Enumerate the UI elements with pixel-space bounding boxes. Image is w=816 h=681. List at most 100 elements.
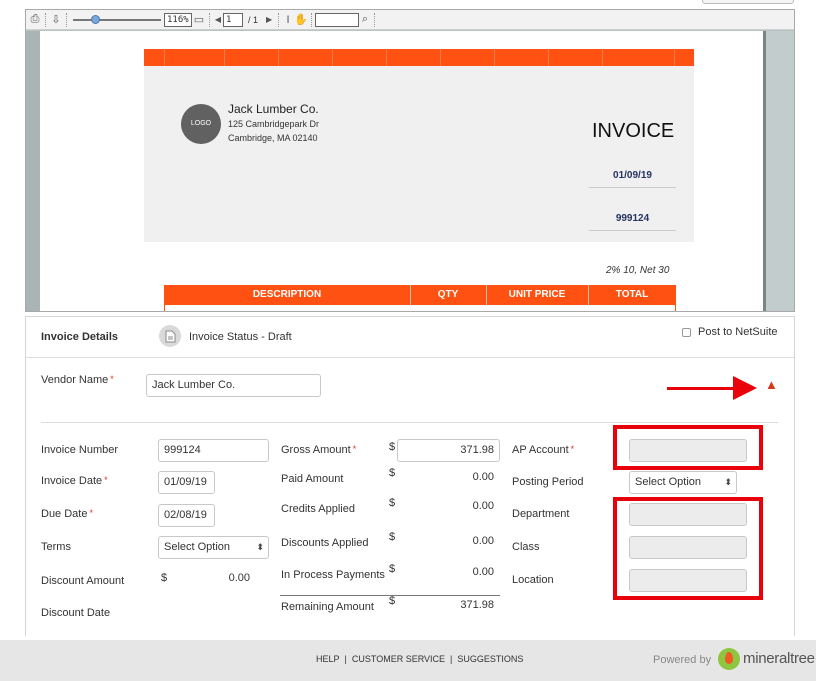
invoice-doc-number: 999124	[615, 213, 650, 224]
remaining-amount-value: 371.98	[460, 599, 494, 611]
highlight-box-segments	[613, 497, 763, 600]
viewer-scrollbar[interactable]	[766, 31, 794, 311]
toolbar-separator	[66, 12, 67, 27]
invoice-number-input[interactable]: 999124	[158, 439, 269, 462]
customer-service-link[interactable]: CUSTOMER SERVICE	[352, 654, 445, 664]
next-page-icon[interactable]: ▶	[263, 12, 275, 28]
zoom-level-input[interactable]: 116%	[164, 12, 192, 27]
in-process-payments-value: 0.00	[472, 566, 494, 578]
credits-applied-label: Credits Applied	[281, 503, 355, 515]
divider	[26, 357, 794, 358]
in-process-payments-currency: $	[389, 563, 396, 575]
document-status-icon	[159, 325, 181, 347]
invoice-company-name: Jack Lumber Co.	[228, 102, 319, 116]
in-process-payments-label: In Process Payments	[281, 569, 385, 581]
invoice-status: Invoice Status - Draft	[189, 331, 292, 343]
terms-label: Terms	[41, 541, 71, 553]
annotation-arrow	[667, 387, 737, 390]
company-logo: LOGO	[181, 104, 221, 144]
pdf-viewer: ⎙ ⇩ 116% ▭ ◀ 1 / 1 ▶ I ✋ ⌕ LOGO Jack Lum…	[25, 9, 795, 312]
discount-amount-label: Discount Amount	[41, 575, 125, 587]
page-number-input[interactable]: 1	[223, 12, 243, 27]
post-to-netsuite-checkbox[interactable]	[682, 328, 691, 337]
col-total: TOTAL	[615, 289, 649, 300]
warning-icon[interactable]: ▲	[765, 377, 778, 392]
hand-tool-icon[interactable]: ✋	[294, 12, 308, 28]
discount-amount-currency: $	[161, 572, 168, 584]
powered-by-text: Powered by	[653, 654, 712, 666]
paid-amount-value: 0.00	[472, 471, 494, 483]
vendor-name-input[interactable]: Jack Lumber Co.	[146, 374, 321, 397]
invoice-address-line-1: 125 Cambridgepark Dr	[228, 119, 320, 129]
discounts-applied-label: Discounts Applied	[281, 537, 369, 549]
posting-period-label: Posting Period	[512, 476, 584, 488]
highlight-box-ap-account	[613, 425, 763, 470]
save-icon[interactable]: ⇩	[49, 12, 63, 28]
vendor-name-label: Vendor Name *	[41, 374, 114, 386]
invoice-date-label: Invoice Date *	[41, 475, 108, 487]
select-arrows-icon: ⬍	[256, 542, 264, 552]
invoice-number-label: Invoice Number	[41, 444, 119, 456]
print-icon[interactable]: ⎙	[28, 12, 42, 28]
invoice-header: LOGO Jack Lumber Co. 125 Cambridgepark D…	[144, 66, 694, 242]
fit-page-icon[interactable]: ▭	[192, 12, 206, 28]
invoice-details-title: Invoice Details	[41, 331, 119, 343]
help-link[interactable]: HELP	[316, 654, 340, 664]
invoice-doc-date: 01/09/19	[613, 170, 652, 181]
previous-page-icon[interactable]: ◀	[213, 12, 223, 28]
page-total: / 1	[248, 14, 259, 25]
toolbar-separator	[311, 12, 313, 27]
find-input[interactable]	[315, 12, 360, 27]
invoice-date-rule	[589, 187, 676, 188]
department-label: Department	[512, 508, 570, 520]
toolbar-separator	[45, 12, 46, 27]
location-label: Location	[512, 574, 554, 586]
invoice-date-input[interactable]: 01/09/19	[158, 471, 215, 494]
invoice-address-line-2: Cambridge, MA 02140	[228, 133, 318, 143]
find-icon[interactable]: ⌕	[359, 12, 371, 28]
line-items-row	[164, 305, 676, 311]
mineraltree-brand: mineraltree	[743, 650, 815, 667]
terms-select[interactable]: Select Option ⬍	[158, 536, 269, 559]
zoom-slider-thumb[interactable]	[91, 14, 100, 24]
class-label: Class	[512, 541, 540, 553]
credits-applied-value: 0.00	[472, 500, 494, 512]
remaining-amount-currency: $	[389, 595, 396, 607]
discounts-applied-currency: $	[389, 531, 396, 543]
top-action-button[interactable]	[702, 0, 794, 4]
toolbar-separator	[374, 12, 376, 27]
ap-account-label: AP Account *	[512, 444, 575, 456]
discount-amount-value: 0.00	[228, 572, 250, 584]
text-select-icon[interactable]: I	[282, 12, 294, 28]
gross-amount-currency: $	[389, 441, 396, 453]
zoom-slider[interactable]	[73, 13, 161, 27]
col-unit-price: UNIT PRICE	[508, 289, 566, 300]
select-arrows-icon: ⬍	[724, 477, 732, 487]
invoice-accent-bar	[144, 49, 694, 66]
toolbar-separator	[278, 12, 280, 27]
col-description: DESCRIPTION	[252, 289, 322, 300]
invoice-line-items-header: DESCRIPTION QTY UNIT PRICE TOTAL	[164, 285, 676, 311]
invoice-number-rule	[589, 230, 676, 231]
invoice-page: LOGO Jack Lumber Co. 125 Cambridgepark D…	[40, 31, 766, 311]
due-date-input[interactable]: 02/08/19	[158, 504, 215, 527]
posting-period-select[interactable]: Select Option ⬍	[629, 471, 737, 494]
divider	[41, 422, 778, 423]
toolbar-separator	[209, 12, 210, 27]
gross-amount-input[interactable]: 371.98	[397, 439, 500, 462]
footer-separator: |	[450, 654, 453, 664]
mineraltree-logo-icon	[718, 648, 740, 670]
footer-links: HELP | CUSTOMER SERVICE | SUGGESTIONS	[316, 654, 523, 664]
credits-applied-currency: $	[389, 497, 396, 509]
zoom-slider-track	[73, 18, 161, 21]
invoice-doc-terms: 2% 10, Net 30	[606, 265, 670, 276]
invoice-title: INVOICE	[592, 120, 675, 142]
post-to-netsuite-label: Post to NetSuite	[698, 326, 778, 338]
annotation-arrow-head	[733, 376, 757, 400]
paid-amount-label: Paid Amount	[281, 473, 344, 485]
suggestions-link[interactable]: SUGGESTIONS	[457, 654, 523, 664]
discount-date-label: Discount Date	[41, 607, 111, 619]
col-qty: QTY	[437, 289, 459, 300]
due-date-label: Due Date *	[41, 508, 93, 520]
discounts-applied-value: 0.00	[472, 535, 494, 547]
